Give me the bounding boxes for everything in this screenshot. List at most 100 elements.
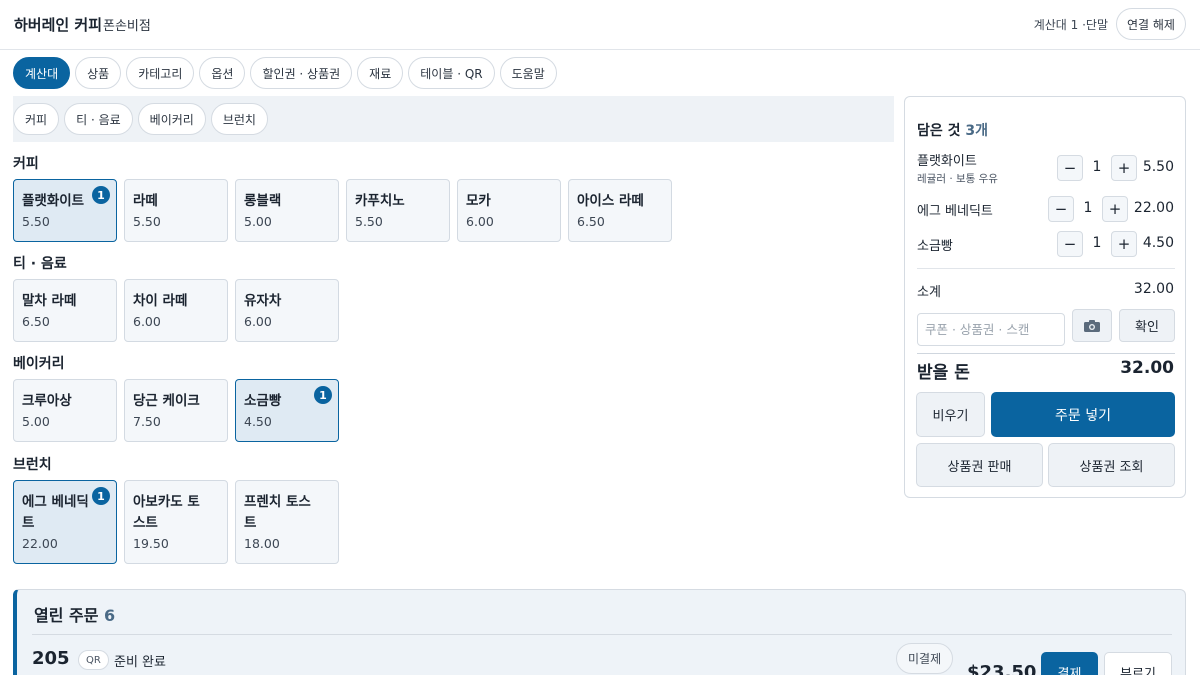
divider <box>917 268 1175 269</box>
product-card[interactable]: 에그 베네딕트 22.00 1 <box>13 480 117 564</box>
tab-options[interactable]: 옵션 <box>199 57 246 89</box>
tab-discounts[interactable]: 할인권 · 상품권 <box>250 57 353 89</box>
section-title-bakery: 베이커리 <box>13 356 65 372</box>
camera-scan-button[interactable] <box>1072 309 1112 342</box>
brand-name: 하버레인 커피 <box>14 16 103 34</box>
sell-gift-card-button[interactable]: 상품권 판매 <box>916 443 1043 487</box>
product-price: 22.00 <box>22 536 58 551</box>
cart-line-qty: 1 <box>1092 159 1102 175</box>
product-card[interactable]: 크루아상 5.00 <box>13 379 117 442</box>
category-filters: 커피 티 · 음료 베이커리 브런치 <box>13 103 268 135</box>
product-card[interactable]: 말차 라떼 6.50 <box>13 279 117 342</box>
increase-qty-button[interactable]: + <box>1111 231 1137 257</box>
product-name: 롱블랙 <box>244 193 282 209</box>
cart-count-badge: 1 <box>92 487 110 505</box>
tab-tables-qr[interactable]: 테이블 · QR <box>408 57 495 89</box>
cart-line-qty: 1 <box>1083 200 1093 216</box>
product-card[interactable]: 아이스 라떼 6.50 <box>568 179 672 242</box>
app-header: 하버레인 커피 폰손비점 계산대 1 ·단말 연결 해제 <box>0 0 1200 50</box>
product-card[interactable]: 라떼 5.50 <box>124 179 228 242</box>
open-orders-title: 열린 주문 6 <box>34 602 115 626</box>
product-name: 유자차 <box>244 293 282 309</box>
main-tabs: 계산대 상품 카테고리 옵션 할인권 · 상품권 재료 테이블 · QR 도움말 <box>13 57 557 89</box>
clear-cart-button[interactable]: 비우기 <box>916 392 985 437</box>
cart-title: 담은 것 3개 <box>917 120 988 140</box>
category-coffee[interactable]: 커피 <box>13 103 60 135</box>
product-price: 19.50 <box>133 536 169 551</box>
product-card[interactable]: 롱블랙 5.00 <box>235 179 339 242</box>
product-price: 5.50 <box>133 214 161 229</box>
section-title-tea: 티 · 음료 <box>13 256 67 272</box>
tab-help[interactable]: 도움말 <box>499 57 557 89</box>
open-orders-count: 6 <box>104 606 116 625</box>
product-price: 6.50 <box>577 214 605 229</box>
category-tea[interactable]: 티 · 음료 <box>64 103 133 135</box>
cart-title-label: 담은 것 <box>917 123 961 139</box>
check-gift-card-button[interactable]: 상품권 조회 <box>1048 443 1175 487</box>
cart-line-price: 4.50 <box>1142 235 1174 251</box>
product-price: 18.00 <box>244 536 280 551</box>
product-name: 당근 케이크 <box>133 393 200 409</box>
category-brunch[interactable]: 브런치 <box>210 103 268 135</box>
decrease-qty-button[interactable]: − <box>1057 155 1083 181</box>
product-name: 모카 <box>466 193 491 209</box>
increase-qty-button[interactable]: + <box>1102 196 1128 222</box>
cart-panel: 담은 것 3개 플랫화이트 레귤러 · 보통 우유 − 1 + 5.50 에그 … <box>904 96 1186 498</box>
disconnect-button[interactable]: 연결 해제 <box>1116 8 1186 40</box>
product-price: 5.00 <box>244 214 272 229</box>
section-title-brunch: 브런치 <box>13 457 52 473</box>
branch-name: 폰손비점 <box>103 19 151 34</box>
product-price: 6.00 <box>466 214 494 229</box>
product-card[interactable]: 소금빵 4.50 1 <box>235 379 339 442</box>
product-name: 차이 라떼 <box>133 293 188 309</box>
coupon-input[interactable] <box>917 313 1065 346</box>
tab-register[interactable]: 계산대 <box>13 57 71 89</box>
device-label: 계산대 1 ·단말 <box>1033 18 1108 32</box>
tab-ingredients[interactable]: 재료 <box>357 57 404 89</box>
product-card[interactable]: 카푸치노 5.50 <box>346 179 450 242</box>
tab-products[interactable]: 상품 <box>75 57 122 89</box>
product-card[interactable]: 유자차 6.00 <box>235 279 339 342</box>
product-price: 6.00 <box>244 314 272 329</box>
subtotal-value: 32.00 <box>1133 281 1174 297</box>
call-customer-button[interactable]: 부르기 <box>1104 652 1172 675</box>
tab-categories[interactable]: 카테고리 <box>126 57 195 89</box>
order-number: 205 <box>32 648 70 669</box>
open-orders-panel: 열린 주문 6 205 QR 준비 완료 미결제 $23.50 결제 부르기 <box>13 589 1186 675</box>
decrease-qty-button[interactable]: − <box>1048 196 1074 222</box>
decrease-qty-button[interactable]: − <box>1057 231 1083 257</box>
cart-item-count: 3개 <box>965 123 989 139</box>
product-name: 말차 라떼 <box>22 293 77 309</box>
order-amount: $23.50 <box>967 662 1037 675</box>
product-card[interactable]: 차이 라떼 6.00 <box>124 279 228 342</box>
product-name: 아보카도 토스트 <box>133 494 200 531</box>
cart-count-badge: 1 <box>314 386 332 404</box>
product-name: 크루아상 <box>22 393 72 409</box>
product-name: 라떼 <box>133 193 158 209</box>
product-card[interactable]: 플랫화이트 5.50 1 <box>13 179 117 242</box>
product-price: 6.00 <box>133 314 161 329</box>
product-price: 6.50 <box>22 314 50 329</box>
cart-line-options: 레귤러 · 보통 우유 <box>917 173 998 185</box>
product-name: 프렌치 토스트 <box>244 494 311 531</box>
coupon-confirm-button[interactable]: 확인 <box>1119 309 1175 342</box>
section-title-coffee: 커피 <box>13 156 39 172</box>
order-status: 준비 완료 <box>114 655 166 670</box>
cart-line-name: 소금빵 <box>917 239 953 254</box>
product-card[interactable]: 당근 케이크 7.50 <box>124 379 228 442</box>
category-bakery[interactable]: 베이커리 <box>137 103 206 135</box>
order-source-tag: QR <box>78 650 109 670</box>
product-price: 7.50 <box>133 414 161 429</box>
cart-line-name: 에그 베네딕트 <box>917 204 993 219</box>
pay-order-button[interactable]: 결제 <box>1041 652 1098 675</box>
increase-qty-button[interactable]: + <box>1111 155 1137 181</box>
product-card[interactable]: 아보카도 토스트 19.50 <box>124 480 228 564</box>
cart-line-name: 플랫화이트 <box>917 154 977 169</box>
product-card[interactable]: 프렌치 토스트 18.00 <box>235 480 339 564</box>
divider <box>917 353 1175 354</box>
product-price: 5.50 <box>355 214 383 229</box>
place-order-button[interactable]: 주문 넣기 <box>991 392 1175 437</box>
cart-line-price: 22.00 <box>1133 200 1174 216</box>
payment-status-badge: 미결제 <box>896 643 954 674</box>
product-card[interactable]: 모카 6.00 <box>457 179 561 242</box>
